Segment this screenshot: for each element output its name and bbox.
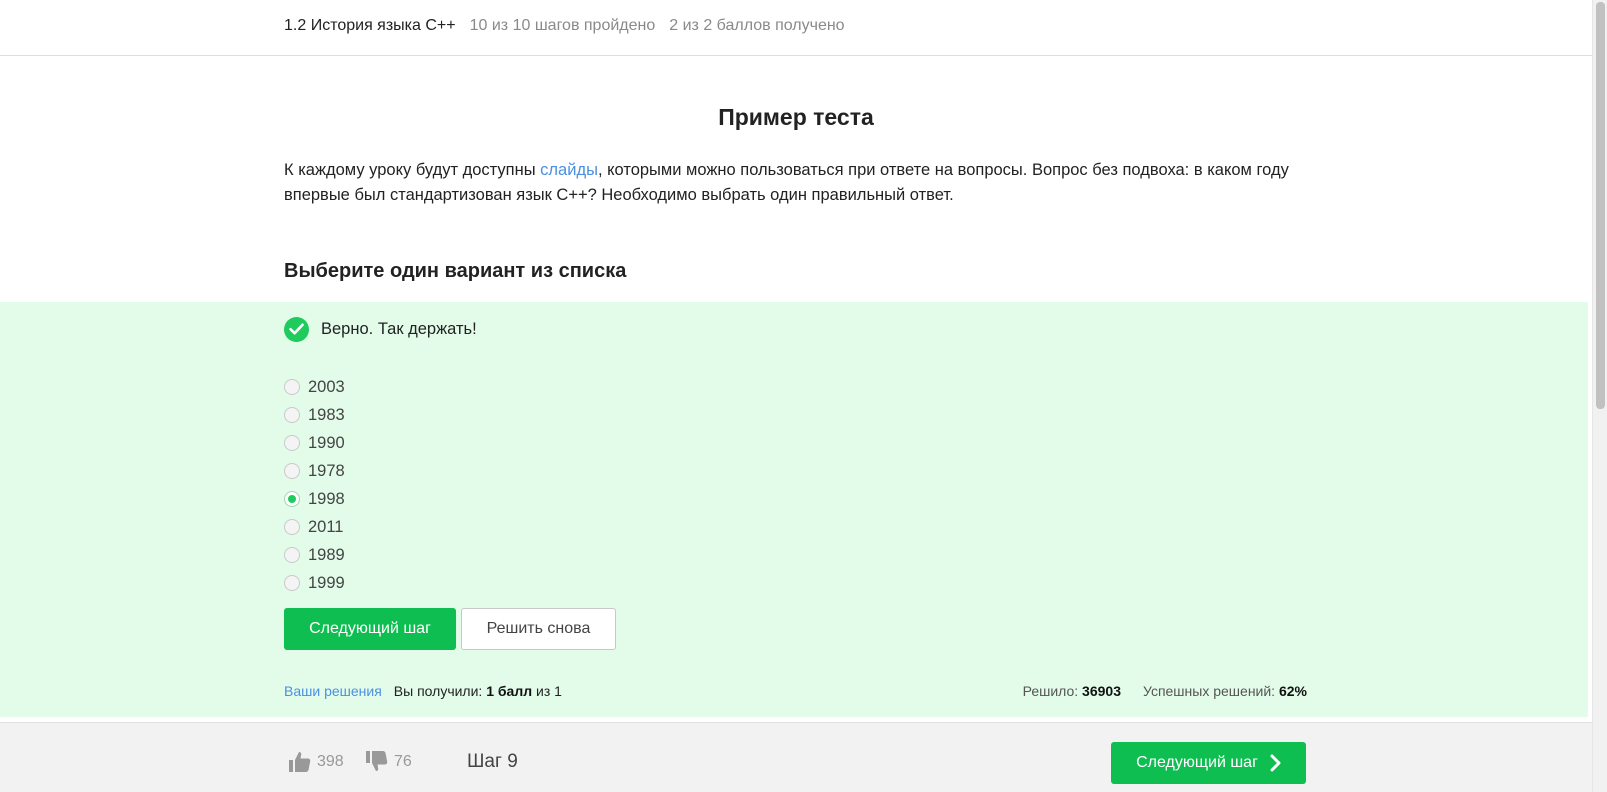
radio-button[interactable] bbox=[284, 463, 300, 479]
next-step-footer-button[interactable]: Следующий шаг bbox=[1111, 742, 1306, 784]
option-2011[interactable]: 2011 bbox=[284, 513, 345, 541]
step-intro: К каждому уроку будут доступны слайды, к… bbox=[284, 158, 1304, 208]
dislikes-count: 76 bbox=[394, 752, 412, 770]
check-icon bbox=[284, 316, 309, 342]
slides-link[interactable]: слайды bbox=[540, 161, 598, 179]
user-stats: Ваши решения Вы получили: 1 балл из 1 bbox=[284, 683, 562, 699]
feedback-text: Верно. Так держать! bbox=[321, 319, 477, 338]
radio-button[interactable] bbox=[284, 379, 300, 395]
option-label: 1999 bbox=[308, 573, 345, 592]
next-step-button[interactable]: Следующий шаг bbox=[284, 608, 456, 650]
solved-value: 36903 bbox=[1082, 683, 1121, 699]
points-progress: 2 из 2 баллов получено bbox=[669, 17, 845, 34]
option-label: 1998 bbox=[308, 489, 345, 508]
option-1983[interactable]: 1983 bbox=[284, 401, 345, 429]
option-1990[interactable]: 1990 bbox=[284, 429, 345, 457]
step-title: Пример теста bbox=[718, 104, 874, 130]
radio-dot bbox=[288, 495, 296, 503]
lesson-title: 1.2 История языка C++ bbox=[284, 17, 456, 34]
radio-button[interactable] bbox=[284, 407, 300, 423]
options-list: 2003 1983 1990 1978 1998 2011 1989 1999 bbox=[284, 373, 345, 597]
dislike-button[interactable]: 76 bbox=[366, 751, 412, 772]
option-label: 1983 bbox=[308, 405, 345, 424]
radio-button[interactable] bbox=[284, 575, 300, 591]
option-2003[interactable]: 2003 bbox=[284, 373, 345, 401]
thumbs-up-icon bbox=[289, 752, 311, 772]
scrollbar-thumb[interactable] bbox=[1596, 2, 1605, 409]
answer-block bbox=[0, 302, 1588, 717]
likes-count: 398 bbox=[317, 752, 344, 770]
option-label: 1989 bbox=[308, 545, 345, 564]
bottom-bar bbox=[0, 722, 1592, 792]
option-1989[interactable]: 1989 bbox=[284, 541, 345, 569]
radio-button[interactable] bbox=[284, 547, 300, 563]
feedback: Верно. Так держать! bbox=[284, 316, 477, 342]
retry-button[interactable]: Решить снова bbox=[461, 608, 616, 650]
next-step-footer-label: Следующий шаг bbox=[1136, 754, 1258, 771]
option-label: 2003 bbox=[308, 377, 345, 396]
option-1999[interactable]: 1999 bbox=[284, 569, 345, 597]
page: 1.2 История языка C++ 10 из 10 шагов прой… bbox=[0, 0, 1607, 792]
intro-text-start: К каждому уроку будут доступны bbox=[284, 161, 541, 179]
chevron-right-icon bbox=[1270, 754, 1281, 772]
option-label: 1978 bbox=[308, 461, 345, 480]
option-1998[interactable]: 1998 bbox=[284, 485, 345, 513]
quiz-heading: Выберите один вариант из списка bbox=[284, 260, 627, 282]
steps-progress: 10 из 10 шагов пройдено bbox=[469, 17, 656, 34]
option-label: 2011 bbox=[308, 517, 344, 536]
global-stats: Решило: 36903 Успешных решений: 62% bbox=[1023, 683, 1307, 699]
received-prefix: Вы получили: bbox=[393, 683, 483, 699]
received-suffix: из 1 bbox=[536, 683, 562, 699]
thumbs-down-icon bbox=[366, 751, 388, 771]
step-label: Шаг 9 bbox=[467, 751, 518, 772]
page-scrollbar[interactable] bbox=[1592, 0, 1607, 792]
success-value: 62% bbox=[1278, 683, 1307, 699]
radio-button[interactable] bbox=[284, 435, 300, 451]
success-label: Успешных решений: bbox=[1142, 683, 1276, 699]
your-solutions-link[interactable]: Ваши решения bbox=[284, 683, 382, 699]
radio-button[interactable] bbox=[284, 519, 300, 535]
option-label: 1990 bbox=[308, 433, 345, 452]
option-1978[interactable]: 1978 bbox=[284, 457, 345, 485]
received-value: 1 балл bbox=[486, 683, 533, 699]
top-bar: 1.2 История языка C++ 10 из 10 шагов прой… bbox=[0, 0, 1592, 56]
solved-label: Решило: bbox=[1022, 683, 1079, 699]
lesson-info: 1.2 История языка C++ 10 из 10 шагов прой… bbox=[284, 17, 845, 35]
like-button[interactable]: 398 bbox=[289, 751, 344, 772]
radio-selected[interactable] bbox=[284, 491, 300, 507]
